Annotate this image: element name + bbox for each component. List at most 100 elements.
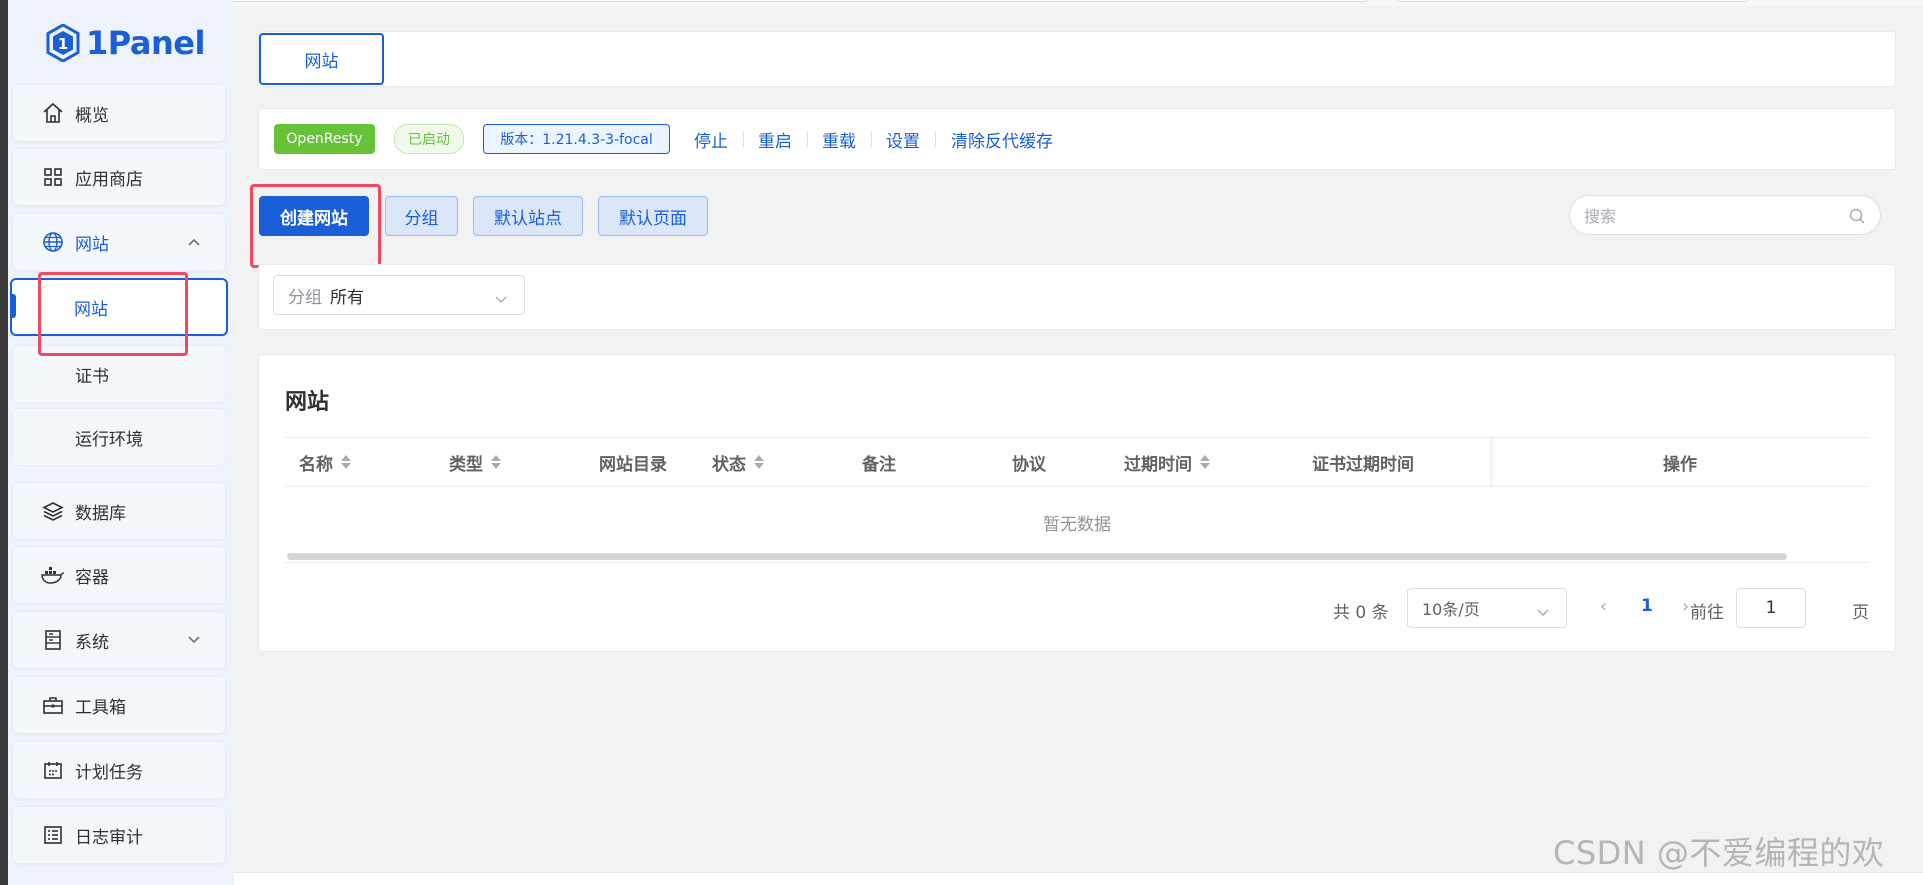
sidebar-item-label: 应用商店	[75, 169, 143, 190]
sidebar-item-website[interactable]: 网站	[12, 213, 226, 271]
section-title: 网站	[285, 390, 330, 415]
page-size-select[interactable]: 10条/页	[1407, 588, 1567, 628]
column-header-actions: 操作	[1663, 438, 1697, 486]
sidebar-item-label: 概览	[75, 105, 109, 126]
window-edge	[0, 0, 8, 885]
toolbox-icon	[41, 693, 65, 717]
column-label: 操作	[1663, 454, 1697, 475]
column-header-type[interactable]: 类型	[449, 438, 501, 486]
sidebar-item-label: 网站	[75, 234, 109, 255]
sidebar-subitem-label: 网站	[74, 299, 108, 320]
docker-icon	[41, 563, 65, 587]
sidebar-item-overview[interactable]: 概览	[12, 84, 226, 142]
settings-link[interactable]: 设置	[886, 126, 920, 152]
current-page[interactable]: 1	[1641, 596, 1653, 616]
column-label: 备注	[862, 454, 896, 475]
table-header: 名称 类型 网站目录 状态 备注 协议 过期时间 证书过期时间 操作	[285, 437, 1869, 487]
column-label: 状态	[712, 454, 746, 475]
search-placeholder: 搜索	[1584, 207, 1617, 226]
group-button[interactable]: 分组	[385, 196, 458, 236]
tab-bar	[258, 31, 1896, 87]
stop-link[interactable]: 停止	[694, 126, 728, 152]
log-icon	[41, 823, 65, 847]
table-divider	[285, 562, 1869, 563]
column-header-status[interactable]: 状态	[712, 438, 764, 486]
sidebar-item-label: 数据库	[75, 503, 126, 524]
globe-icon	[41, 230, 65, 254]
watermark: CSDN @不爱编程的欢	[1553, 834, 1885, 872]
column-header-site-dir: 网站目录	[599, 438, 667, 486]
divider	[807, 131, 808, 147]
column-label: 协议	[1012, 454, 1046, 475]
chevron-down-icon	[187, 630, 201, 650]
next-page-icon[interactable]: ›	[1682, 596, 1689, 617]
filter-label: 分组	[288, 287, 322, 308]
sort-icon[interactable]	[491, 455, 501, 469]
svg-text:1: 1	[58, 35, 68, 53]
logo-icon: 1	[46, 24, 80, 62]
logo-text: 1Panel	[86, 24, 205, 62]
column-header-remark: 备注	[862, 438, 896, 486]
column-header-cert-expire-time: 证书过期时间	[1312, 438, 1414, 486]
column-header-protocol: 协议	[1012, 438, 1046, 486]
sidebar-subitem-certificate[interactable]: 证书	[12, 345, 226, 403]
goto-page-input[interactable]: 1	[1736, 588, 1806, 628]
sidebar-subitem-website[interactable]: 网站	[10, 278, 228, 336]
column-header-expire-time[interactable]: 过期时间	[1124, 438, 1210, 486]
sidebar-item-log-audit[interactable]: 日志审计	[12, 806, 226, 864]
column-label: 名称	[299, 454, 333, 475]
tab-website[interactable]: 网站	[259, 33, 384, 85]
sort-icon[interactable]	[754, 455, 764, 469]
sort-icon[interactable]	[341, 455, 351, 469]
column-header-name[interactable]: 名称	[299, 438, 351, 486]
sidebar-item-label: 工具箱	[75, 697, 126, 718]
sidebar-item-label: 计划任务	[75, 762, 143, 783]
address-bar[interactable]	[140, 0, 1370, 2]
version-tag: 版本：1.21.4.3-3-focal	[483, 124, 670, 154]
sidebar-item-label: 日志审计	[75, 827, 143, 848]
group-filter-select[interactable]: 分组 所有	[273, 275, 525, 315]
app-tag: OpenResty	[274, 124, 375, 154]
app-store-icon	[41, 165, 65, 189]
chevron-up-icon	[187, 232, 201, 252]
sidebar-item-toolbox[interactable]: 工具箱	[12, 676, 226, 734]
sort-icon[interactable]	[1200, 455, 1210, 469]
page-size-value: 10条/页	[1422, 600, 1480, 619]
sidebar-item-label: 容器	[75, 567, 109, 588]
logo[interactable]: 1 1Panel	[46, 18, 205, 68]
server-icon	[41, 628, 65, 652]
goto-prefix-label: 前往	[1690, 602, 1724, 623]
default-page-button[interactable]: 默认页面	[598, 196, 708, 236]
horizontal-scrollbar[interactable]	[287, 553, 1787, 560]
sidebar-subitem-runtime[interactable]: 运行环境	[12, 408, 226, 466]
sidebar-item-container[interactable]: 容器	[12, 546, 226, 604]
prev-page-icon[interactable]: ‹	[1600, 596, 1607, 617]
tab-label: 网站	[304, 51, 339, 72]
chevron-down-icon	[1536, 603, 1550, 622]
search-icon	[1848, 207, 1866, 229]
chevron-down-icon	[494, 290, 508, 310]
sidebar-item-app-store[interactable]: 应用商店	[12, 148, 226, 206]
sidebar-item-database[interactable]: 数据库	[12, 482, 226, 540]
sidebar-subitem-label: 运行环境	[75, 429, 143, 450]
sidebar-item-system[interactable]: 系统	[12, 611, 226, 669]
pagination-total: 共 0 条	[1333, 602, 1389, 623]
default-site-button[interactable]: 默认站点	[473, 196, 583, 236]
browser-search-bar[interactable]	[1395, 0, 1750, 2]
sidebar-item-cron[interactable]: 计划任务	[12, 741, 226, 799]
empty-state: 暂无数据	[1043, 515, 1111, 535]
clear-proxy-cache-link[interactable]: 清除反代缓存	[951, 126, 1053, 152]
column-label: 网站目录	[599, 454, 667, 475]
layers-icon	[41, 499, 65, 523]
restart-link[interactable]: 重启	[758, 126, 792, 152]
sidebar-item-label: 系统	[75, 632, 109, 653]
page-suffix: 页	[1852, 602, 1869, 623]
search-input[interactable]: 搜索	[1569, 195, 1881, 235]
filter-value: 所有	[330, 287, 364, 308]
fixed-column-shadow	[1490, 437, 1496, 487]
status-badge: 已启动	[394, 124, 464, 154]
reload-link[interactable]: 重载	[822, 126, 856, 152]
column-label: 类型	[449, 454, 483, 475]
divider	[871, 131, 872, 147]
create-website-button[interactable]: 创建网站	[259, 196, 369, 236]
